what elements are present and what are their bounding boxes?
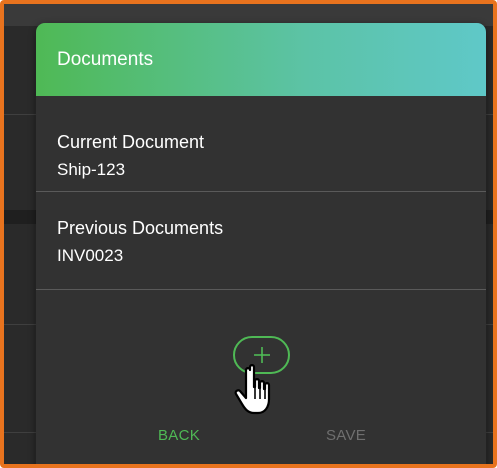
previous-documents-label: Previous Documents [57,218,224,238]
previous-documents-value: INV0023 [57,246,124,265]
divider [36,289,486,290]
divider [36,191,486,192]
dialog-header: Documents [36,23,486,96]
current-document-label: Current Document [57,132,205,152]
current-document-item[interactable]: Current Document Ship-123 [36,131,486,181]
save-button[interactable]: SAVE [326,427,366,444]
back-button[interactable]: BACK [158,427,200,444]
documents-dialog: Documents Current Document Ship-123 Prev… [36,23,486,464]
hand-pointer-icon [234,364,271,415]
dialog-title: Documents [57,48,154,70]
current-document-value: Ship-123 [57,160,126,179]
previous-documents-item[interactable]: Previous Documents INV0023 [36,217,486,267]
app-window: Documents Current Document Ship-123 Prev… [0,0,497,468]
